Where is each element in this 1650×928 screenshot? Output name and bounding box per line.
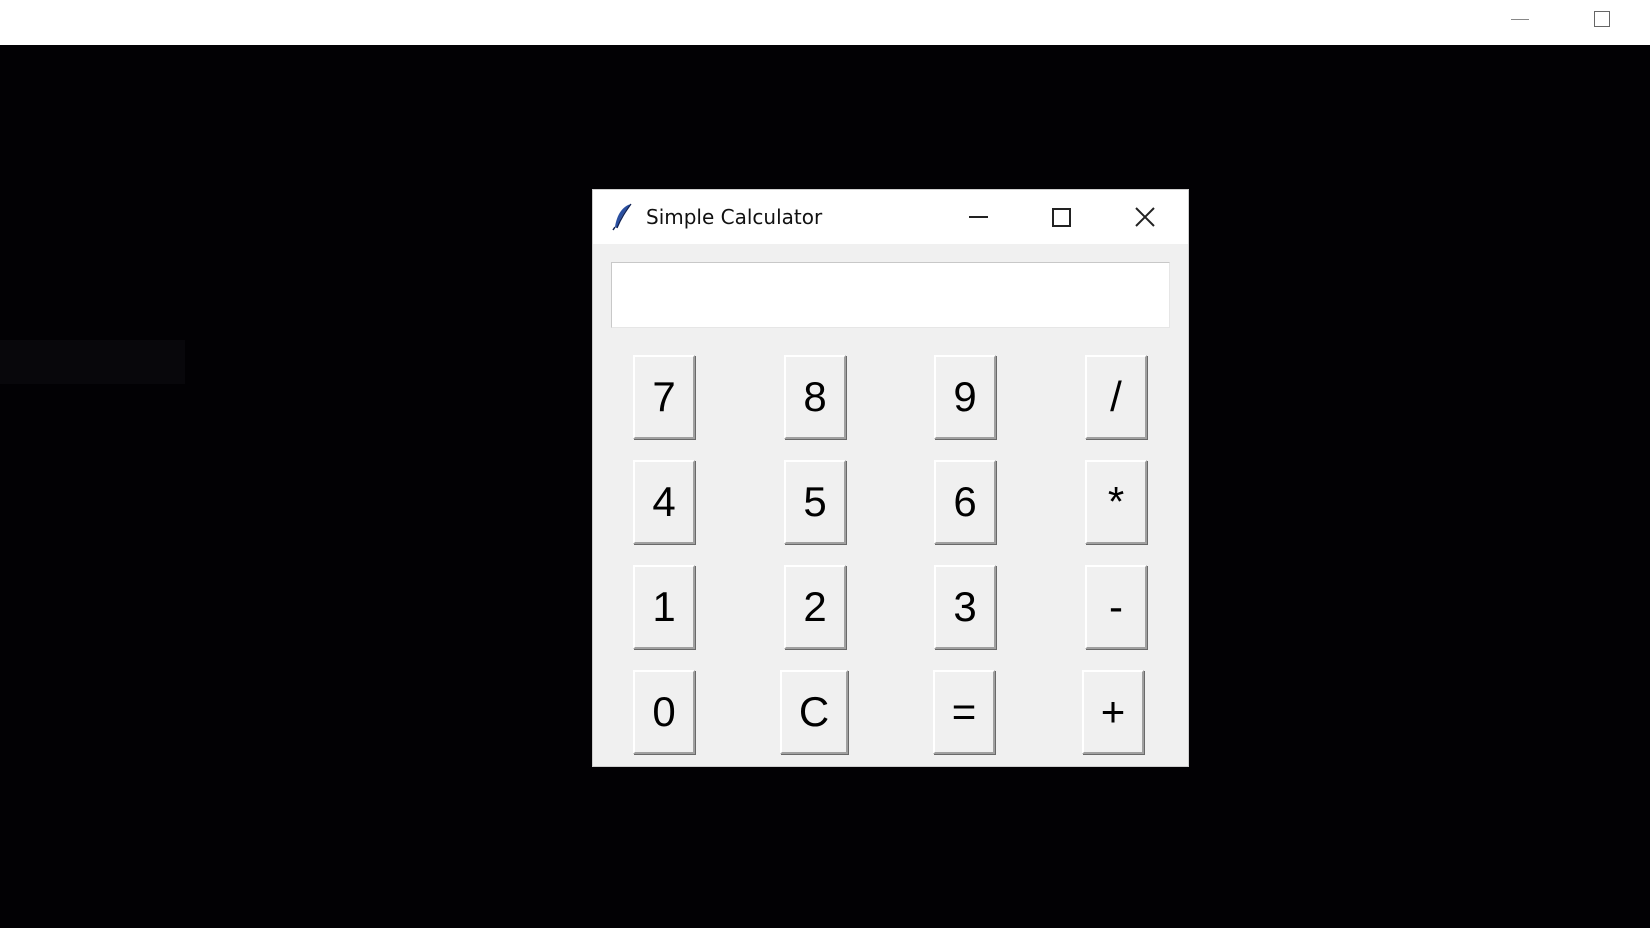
key-5[interactable]: 5	[784, 460, 846, 544]
key-7[interactable]: 7	[633, 355, 695, 439]
background-minimize-button[interactable]	[1500, 4, 1540, 34]
minimize-button[interactable]	[943, 190, 1013, 244]
key-clear[interactable]: C	[780, 670, 848, 754]
maximize-icon	[1051, 207, 1071, 227]
maximize-button[interactable]	[1026, 190, 1096, 244]
background-faint-strip	[0, 340, 185, 384]
key-subtract[interactable]: -	[1085, 565, 1147, 649]
key-3[interactable]: 3	[934, 565, 996, 649]
key-equals[interactable]: =	[933, 670, 995, 754]
close-button[interactable]	[1110, 190, 1180, 244]
key-2[interactable]: 2	[784, 565, 846, 649]
background-maximize-button[interactable]	[1582, 4, 1622, 34]
minimize-icon	[1511, 18, 1529, 20]
calculator-titlebar[interactable]: Simple Calculator	[593, 190, 1188, 244]
feather-icon	[612, 203, 632, 231]
key-0[interactable]: 0	[633, 670, 695, 754]
maximize-icon	[1594, 11, 1610, 27]
calculator-display[interactable]	[611, 262, 1170, 328]
key-1[interactable]: 1	[633, 565, 695, 649]
close-icon	[1135, 207, 1155, 227]
minimize-icon	[968, 216, 988, 218]
background-window-titlebar	[0, 0, 1650, 45]
key-6[interactable]: 6	[934, 460, 996, 544]
key-divide[interactable]: /	[1085, 355, 1147, 439]
key-add[interactable]: +	[1082, 670, 1144, 754]
key-multiply[interactable]: *	[1085, 460, 1147, 544]
calculator-window: Simple Calculator 7 8 9 / 4 5 6 * 1 2 3 …	[593, 190, 1188, 766]
window-title: Simple Calculator	[646, 205, 823, 229]
key-8[interactable]: 8	[784, 355, 846, 439]
key-4[interactable]: 4	[633, 460, 695, 544]
key-9[interactable]: 9	[934, 355, 996, 439]
